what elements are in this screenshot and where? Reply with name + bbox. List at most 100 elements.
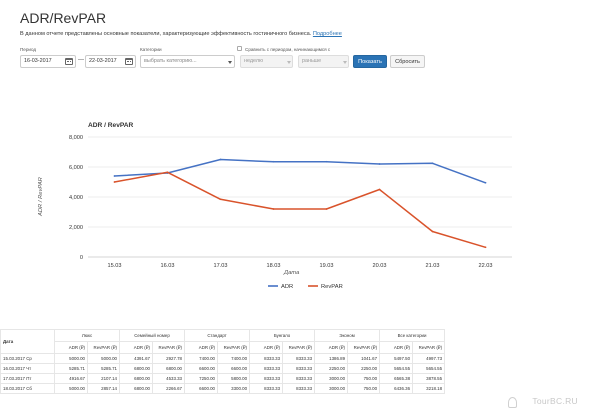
revpar-cell: 4533.33 bbox=[152, 373, 185, 384]
adr-cell: 2250.00 bbox=[314, 363, 349, 374]
legend-item-revpar[interactable]: RevPAR bbox=[308, 284, 343, 290]
table-row: 15.03.2017 Ср 5000.00 5000.00 4391.67 2927.7… bbox=[0, 353, 446, 364]
group-header: Бунгало bbox=[249, 329, 316, 342]
data-point-revpar bbox=[219, 198, 222, 201]
revpar-column-header[interactable]: RevPAR (₽) bbox=[87, 341, 120, 354]
adr-cell: 6600.00 bbox=[184, 363, 218, 374]
chart-grid bbox=[88, 136, 512, 258]
legend-label: RevPAR bbox=[321, 284, 343, 290]
revpar-cell: 5800.00 bbox=[216, 373, 251, 384]
revpar-cell: 3300.00 bbox=[216, 383, 251, 394]
adr-cell: 7400.00 bbox=[184, 353, 218, 364]
group-header: Люкс bbox=[54, 329, 120, 342]
revpar-cell: 6800.00 bbox=[152, 363, 185, 374]
revpar-column-header[interactable]: RevPAR (₽) bbox=[152, 341, 185, 354]
x-tick-label: 19.03 bbox=[320, 263, 334, 269]
legend-label: ADR bbox=[281, 284, 293, 290]
adr-column-header[interactable]: ADR (₽) bbox=[119, 341, 153, 354]
adr-column-header[interactable]: ADR (₽) bbox=[54, 341, 88, 354]
adr-cell: 5000.00 bbox=[54, 383, 88, 394]
x-tick-label: 20.03 bbox=[373, 263, 387, 269]
revpar-cell: 6600.00 bbox=[216, 363, 251, 374]
adr-cell: 3000.00 bbox=[314, 383, 349, 394]
chart-legend[interactable]: ADR RevPAR bbox=[268, 284, 343, 290]
y-tick-label: 6,000 bbox=[69, 165, 83, 171]
revpar-cell: 2266.67 bbox=[152, 383, 185, 394]
revpar-cell: 8333.33 bbox=[282, 373, 316, 384]
x-axis-ticks: 15.03 16.03 17.03 18.03 19.03 20.03 21.03 22.03 bbox=[108, 263, 493, 269]
y-axis-ticks: 0 2,000 4,000 6,000 8,000 bbox=[69, 135, 83, 261]
revpar-cell: 8333.33 bbox=[282, 353, 316, 364]
chart-title: ADR / RevPAR bbox=[88, 122, 134, 129]
data-point-revpar bbox=[113, 181, 116, 183]
data-point-revpar bbox=[378, 188, 381, 191]
y-tick-label: 2,000 bbox=[69, 225, 83, 231]
data-point-adr bbox=[219, 158, 222, 161]
revpar-cell: 5000.00 bbox=[87, 353, 120, 364]
date-cell: 16.03.2017 Чт bbox=[0, 363, 55, 374]
revpar-cell: 2250.00 bbox=[347, 363, 381, 374]
x-tick-label: 16.03 bbox=[161, 263, 175, 269]
revpar-cell: 3878.55 bbox=[412, 373, 446, 384]
adr-cell: 7250.00 bbox=[184, 373, 218, 384]
revpar-column-header[interactable]: RevPAR (₽) bbox=[412, 341, 446, 354]
x-axis-label: Дата bbox=[283, 270, 300, 276]
watermark-logo-icon bbox=[508, 397, 517, 408]
adr-cell: 8333.33 bbox=[249, 383, 284, 394]
adr-column-header[interactable]: ADR (₽) bbox=[249, 341, 284, 354]
date-cell: 18.03.2017 Сб bbox=[0, 383, 55, 394]
data-point-adr bbox=[325, 160, 328, 163]
revpar-cell: 3218.18 bbox=[412, 383, 446, 394]
adr-column-header[interactable]: ADR (₽) bbox=[184, 341, 218, 354]
y-tick-label: 4,000 bbox=[69, 195, 83, 201]
adr-cell: 6565.38 bbox=[379, 373, 414, 384]
adr-cell: 5285.71 bbox=[54, 363, 88, 374]
adr-cell: 8333.33 bbox=[249, 363, 284, 374]
group-header: Семейный номер bbox=[119, 329, 185, 342]
x-tick-label: 22.03 bbox=[479, 263, 493, 269]
data-point-adr bbox=[484, 181, 487, 184]
date-column-header[interactable]: Дата bbox=[0, 329, 55, 354]
data-point-adr bbox=[113, 175, 116, 177]
adr-column-header[interactable]: ADR (₽) bbox=[314, 341, 349, 354]
y-tick-label: 8,000 bbox=[69, 135, 83, 141]
data-point-revpar bbox=[484, 246, 487, 249]
adr-cell: 5497.50 bbox=[379, 353, 414, 364]
adr-cell: 6436.36 bbox=[379, 383, 414, 394]
adr-column-header[interactable]: ADR (₽) bbox=[379, 341, 414, 354]
revpar-column-header[interactable]: RevPAR (₽) bbox=[347, 341, 381, 354]
table-group-header-row: Дата Люкс Семейный номер Стандарт Бунгал… bbox=[0, 329, 446, 354]
group-header: Эконом bbox=[314, 329, 381, 342]
revpar-cell: 2927.78 bbox=[152, 353, 185, 364]
adr-revpar-chart: ADR / RevPAR 0 2,000 4,000 6,000 8,000 15.03… bbox=[38, 122, 512, 290]
group-header: Стандарт bbox=[183, 329, 251, 342]
data-point-adr bbox=[378, 163, 381, 165]
data-point-revpar bbox=[272, 208, 275, 210]
revpar-cell: 8333.33 bbox=[282, 383, 316, 394]
revpar-cell: 5285.71 bbox=[87, 363, 120, 374]
revpar-column-header[interactable]: RevPAR (₽) bbox=[216, 341, 251, 354]
date-cell: 15.03.2017 Ср bbox=[0, 353, 55, 364]
revpar-cell: 750.00 bbox=[347, 383, 381, 394]
data-point-adr bbox=[272, 160, 275, 163]
x-tick-label: 18.03 bbox=[267, 263, 281, 269]
x-tick-label: 15.03 bbox=[108, 263, 122, 269]
adr-cell: 6600.00 bbox=[184, 383, 218, 394]
revpar-cell: 2107.14 bbox=[87, 373, 120, 384]
data-point-revpar bbox=[431, 230, 434, 233]
data-point-adr bbox=[431, 162, 434, 165]
revpar-column-header[interactable]: RevPAR (₽) bbox=[282, 341, 316, 354]
series-line-adr bbox=[114, 158, 486, 184]
revpar-cell: 4997.73 bbox=[412, 353, 446, 364]
data-point-revpar bbox=[325, 208, 328, 210]
adr-cell: 8333.33 bbox=[249, 373, 284, 384]
adr-cell: 6800.00 bbox=[119, 383, 153, 394]
x-tick-label: 21.03 bbox=[426, 263, 440, 269]
revpar-cell: 8333.33 bbox=[282, 363, 316, 374]
watermark: TourBC.RU bbox=[532, 396, 578, 406]
adr-cell: 5000.00 bbox=[54, 353, 88, 364]
adr-cell: 3000.00 bbox=[314, 373, 349, 384]
revpar-cell: 750.00 bbox=[347, 373, 381, 384]
adr-cell: 4916.67 bbox=[54, 373, 88, 384]
legend-item-adr[interactable]: ADR bbox=[268, 284, 293, 290]
